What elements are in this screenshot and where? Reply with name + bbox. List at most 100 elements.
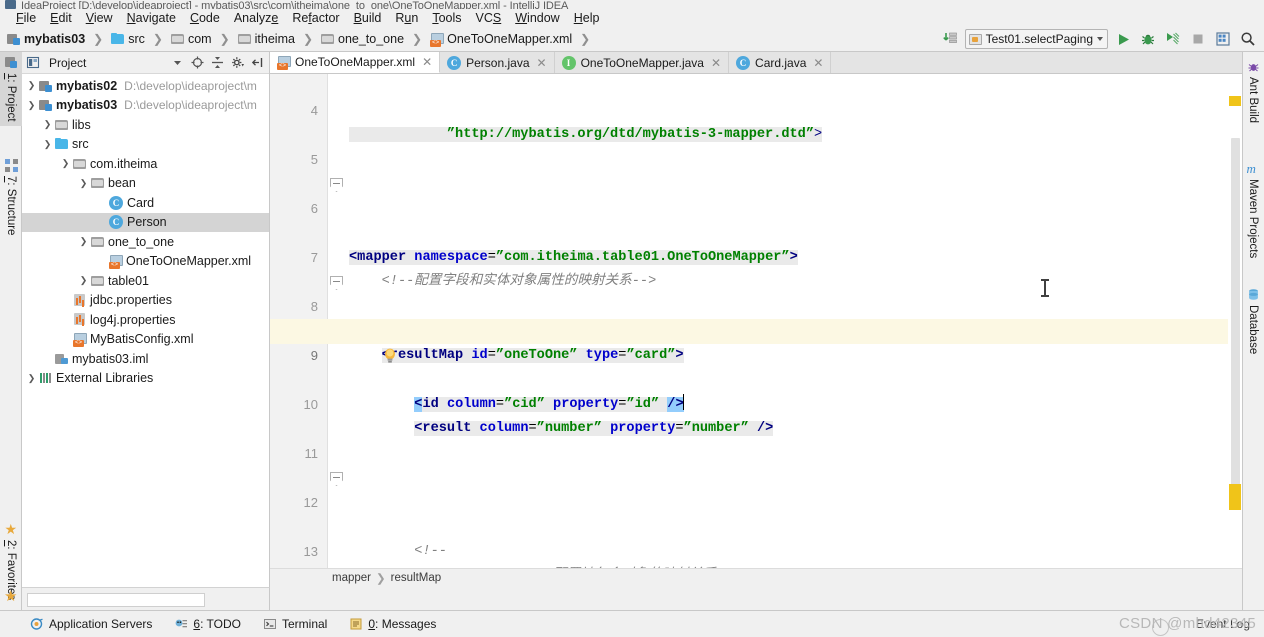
chevron-down-icon[interactable]: ❯ (40, 135, 55, 154)
layout-icon[interactable] (1213, 29, 1233, 49)
status-item-messages[interactable]: 0: Messages (349, 617, 436, 631)
breadcrumb-item-com[interactable]: com (188, 32, 212, 46)
menu-help[interactable]: Help (567, 10, 607, 26)
run-configuration-selector[interactable]: Test01.selectPaging (964, 29, 1108, 49)
close-icon[interactable]: ✕ (813, 56, 823, 70)
status-item-todo[interactable]: 6: TODO (174, 617, 241, 631)
tab-card-java[interactable]: C Card.java ✕ (729, 52, 832, 73)
hide-panel-icon[interactable] (250, 55, 265, 70)
menu-run[interactable]: Run (388, 10, 425, 26)
breadcrumb-item-src[interactable]: src (128, 32, 145, 46)
close-icon[interactable]: ✕ (422, 55, 432, 69)
tree-row[interactable]: ❯ table01 (22, 271, 269, 291)
code-line[interactable]: 7 <!--配置字段和实体对象属性的映射关系--> (270, 221, 1242, 290)
editor-scrollbar[interactable] (1228, 96, 1242, 587)
tree-row[interactable]: ❯ one_to_one (22, 232, 269, 252)
intention-bulb-icon[interactable] (300, 322, 395, 363)
menu-code[interactable]: Code (183, 10, 227, 26)
tree-row[interactable]: ❯ src (22, 135, 269, 155)
tree-row[interactable]: ❯ External Libraries (22, 369, 269, 389)
tree-label: com.itheima (90, 156, 158, 171)
fold-marker-icon[interactable] (330, 276, 343, 290)
chevron-down-icon[interactable]: ❯ (24, 96, 39, 115)
tree-row[interactable]: ❯ C Card (22, 193, 269, 213)
event-log-button[interactable]: Event Log (1196, 617, 1250, 631)
code-line[interactable]: 13 association: 配置被包含对象的映射关系 (270, 515, 1242, 584)
download-icon[interactable] (940, 29, 960, 49)
tab-person-java[interactable]: C Person.java ✕ (440, 52, 555, 73)
fold-marker-icon[interactable] (330, 472, 343, 486)
sidebar-item-structure[interactable]: 7: Structure (0, 155, 22, 239)
chevron-right-icon[interactable]: ❯ (76, 271, 91, 290)
gear-icon[interactable] (230, 55, 245, 70)
chevron-right-icon[interactable]: ❯ (24, 76, 39, 95)
menu-vcs[interactable]: VCS (469, 10, 509, 26)
menu-tools[interactable]: Tools (425, 10, 468, 26)
tree-row[interactable]: ❯ mybatis02 D:\develop\ideaproject\m (22, 76, 269, 96)
code-editor[interactable]: 4 ”http://mybatis.org/dtd/mybatis-3-mapp… (270, 74, 1242, 587)
debug-icon[interactable] (1138, 29, 1158, 49)
code-line[interactable]: 11 (270, 417, 1242, 461)
sidebar-item-project[interactable]: 1: Project (0, 52, 22, 126)
chevron-down-icon[interactable] (170, 55, 185, 70)
stop-icon[interactable] (1188, 29, 1208, 49)
collapse-all-icon[interactable] (210, 55, 225, 70)
sidebar-item-maven-projects[interactable]: m Maven Projects (1242, 158, 1264, 262)
sidebar-item-ant-build[interactable]: Ant Build (1242, 56, 1264, 127)
breadcrumb-mapper[interactable]: mapper (332, 572, 371, 584)
fold-marker-icon[interactable] (330, 178, 343, 192)
favorites-star-icon[interactable]: ★ (4, 587, 17, 605)
tree-row[interactable]: ❯ OneToOneMapper.xml (22, 252, 269, 272)
code-line[interactable]: 6 <mapper namespace=”com.itheima.table01… (270, 172, 1242, 265)
run-icon[interactable] (1113, 29, 1133, 49)
code-line-current[interactable]: 9 <id column=”cid” property=”id” /> (270, 319, 1242, 412)
project-tree[interactable]: ❯ mybatis02 D:\develop\ideaproject\m ❯ m… (22, 74, 269, 587)
breadcrumb-resultmap[interactable]: resultMap (391, 572, 442, 584)
tree-row[interactable]: ❯ jdbc.properties (22, 291, 269, 311)
locate-icon[interactable] (190, 55, 205, 70)
close-icon[interactable]: ✕ (711, 56, 721, 70)
chevron-down-icon[interactable]: ❯ (76, 232, 91, 251)
search-icon[interactable] (1238, 29, 1258, 49)
menu-analyze[interactable]: Analyze (227, 10, 285, 26)
menu-window[interactable]: Window (508, 10, 566, 26)
status-item-terminal[interactable]: Terminal (263, 617, 327, 631)
menu-edit[interactable]: Edit (43, 10, 79, 26)
tab-onetoonemapper-xml[interactable]: OneToOneMapper.xml ✕ (270, 52, 441, 73)
scrollbar-thumb[interactable] (1231, 138, 1240, 493)
tree-row[interactable]: ❯ bean (22, 174, 269, 194)
iml-file-icon (55, 353, 68, 365)
menu-view[interactable]: View (79, 10, 120, 26)
tree-row[interactable]: ❯ C Person (22, 212, 269, 232)
breadcrumb-item-itheima[interactable]: itheima (255, 32, 295, 46)
chevron-right-icon[interactable]: ❯ (40, 115, 55, 134)
tree-row[interactable]: ❯ log4j.properties (22, 310, 269, 330)
menu-refactor[interactable]: Refactor (285, 10, 346, 26)
tab-onetoonemapper-java[interactable]: I OneToOneMapper.java ✕ (554, 52, 730, 73)
chevron-down-icon[interactable]: ❯ (76, 174, 91, 193)
close-icon[interactable]: ✕ (537, 56, 547, 70)
tree-row[interactable]: ❯ mybatis03.iml (22, 349, 269, 369)
tree-row[interactable]: ❯ mybatis03 D:\develop\ideaproject\m (22, 96, 269, 116)
tree-row[interactable]: ❯ com.itheima (22, 154, 269, 174)
chevron-right-icon[interactable]: ❯ (24, 369, 39, 388)
status-item-application-servers[interactable]: Application Servers (30, 617, 152, 631)
chevron-down-icon[interactable]: ❯ (58, 154, 73, 173)
warning-marker[interactable] (1229, 96, 1241, 106)
run-coverage-icon[interactable] (1163, 29, 1183, 49)
tree-row[interactable]: ❯ MyBatisConfig.xml (22, 330, 269, 350)
menu-build[interactable]: Build (347, 10, 389, 26)
code-line[interactable]: 10 <result column=”number” property=”num… (270, 368, 1242, 436)
breadcrumb-item-mybatis03[interactable]: mybatis03 (24, 32, 85, 46)
sidebar-item-database[interactable]: Database (1242, 284, 1264, 358)
code-line[interactable]: 5 (270, 123, 1242, 167)
code-line[interactable]: 8 <resultMap id=”oneToOne” type=”card”> (270, 270, 1242, 363)
menu-navigate[interactable]: Navigate (120, 10, 183, 26)
code-line[interactable]: 4 ”http://mybatis.org/dtd/mybatis-3-mapp… (270, 74, 1242, 142)
tree-row[interactable]: ❯ libs (22, 115, 269, 135)
menu-file[interactable]: File (9, 10, 43, 26)
breadcrumb-item-onetoonemapper-xml[interactable]: OneToOneMapper.xml (447, 32, 572, 46)
warning-marker[interactable] (1229, 484, 1241, 510)
code-line[interactable]: 12 <!-- (270, 466, 1242, 559)
breadcrumb-item-one-to-one[interactable]: one_to_one (338, 32, 404, 46)
